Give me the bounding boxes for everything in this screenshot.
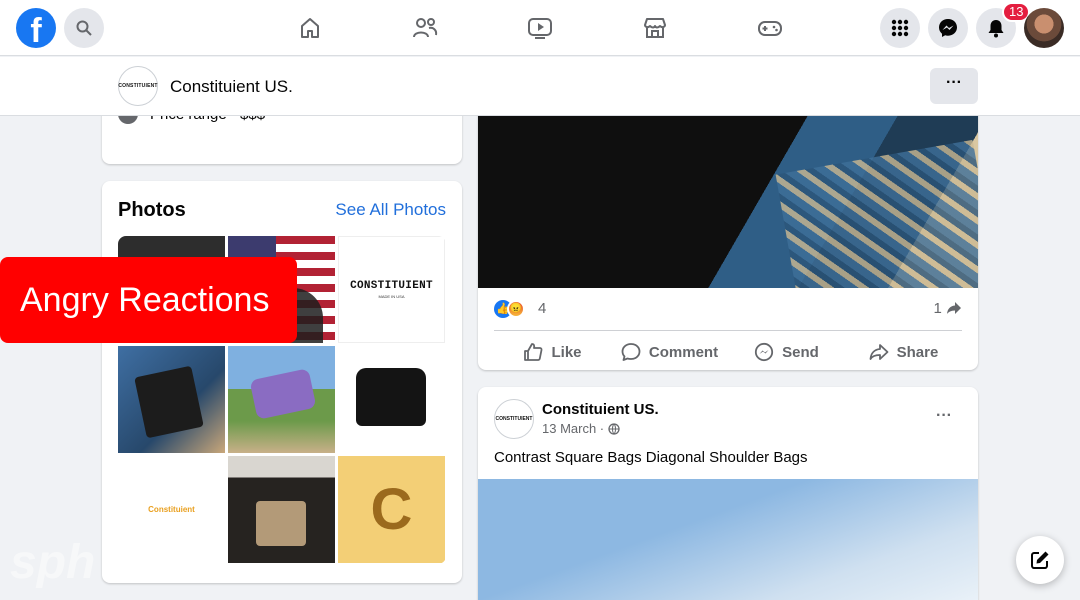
- post-text: Contrast Square Bags Diagonal Shoulder B…: [494, 449, 808, 466]
- store-icon: [644, 18, 666, 38]
- comment-button[interactable]: Comment: [611, 336, 728, 368]
- home-icon: [301, 18, 319, 38]
- post-actions-bar: Like Comment Send Share: [494, 336, 962, 368]
- post-date-text: 13 March ·: [542, 421, 605, 436]
- photo-thumbnail[interactable]: [228, 456, 335, 563]
- post-divider: [494, 330, 962, 331]
- photos-card: Photos See All Photos CONSTITUIENT MADE …: [102, 181, 462, 583]
- page-profile-picture[interactable]: CONSTITUIENT: [118, 66, 158, 106]
- comment-icon: [621, 343, 641, 361]
- share-label: Share: [896, 343, 939, 361]
- gaming-tab[interactable]: [756, 14, 784, 42]
- photo-thumbnail[interactable]: [228, 346, 335, 453]
- share-count-value: 1: [933, 300, 942, 317]
- watch-tab[interactable]: [526, 14, 554, 42]
- watermark-text: sph: [10, 536, 96, 589]
- photo-thumbnail[interactable]: C: [338, 456, 445, 563]
- share-icon: [869, 344, 889, 360]
- page-more-options-button[interactable]: ···: [930, 68, 978, 104]
- post-image[interactable]: [478, 116, 978, 288]
- video-icon: [528, 18, 552, 39]
- comment-label: Comment: [648, 343, 719, 361]
- share-count[interactable]: 1: [933, 300, 962, 317]
- like-label: Like: [551, 343, 582, 361]
- photo-thumbnail[interactable]: [338, 346, 445, 453]
- grid-menu-icon: [891, 19, 909, 37]
- angry-reaction-icon[interactable]: 😠: [507, 300, 525, 318]
- photo-logo-text: CONSTITUIENT: [350, 280, 433, 292]
- send-messenger-icon: [755, 342, 774, 362]
- send-label: Send: [782, 343, 819, 361]
- post-timestamp[interactable]: 13 March ·: [542, 421, 620, 436]
- marketplace-tab[interactable]: [641, 14, 669, 42]
- new-message-button[interactable]: [1016, 536, 1064, 584]
- post-author-avatar[interactable]: CONSTITUIENT: [494, 399, 534, 439]
- reaction-count[interactable]: 4: [538, 300, 546, 317]
- photo-thumbnail[interactable]: CONSTITUIENT MADE IN USA: [338, 236, 445, 343]
- bell-icon: [988, 20, 1004, 38]
- globe-icon: [608, 422, 620, 435]
- see-all-photos-link[interactable]: See All Photos: [335, 200, 446, 220]
- photo-thumbnail[interactable]: Constituient: [118, 456, 225, 563]
- thumbs-up-icon: [524, 343, 543, 361]
- search-button[interactable]: [64, 8, 104, 48]
- facebook-logo-icon[interactable]: f: [16, 8, 56, 48]
- angry-reactions-overlay-label: Angry Reactions: [0, 257, 297, 343]
- home-tab[interactable]: [296, 14, 324, 42]
- post-author-name[interactable]: Constituient US.: [542, 401, 659, 418]
- share-button[interactable]: Share: [845, 336, 962, 368]
- page-header-bar: CONSTITUIENT Constituient US. ···: [0, 57, 1080, 116]
- menu-button[interactable]: [880, 8, 920, 48]
- top-navigation-bar: f 13: [0, 0, 1080, 56]
- messenger-button[interactable]: [928, 8, 968, 48]
- search-icon: [76, 20, 92, 36]
- photos-title: Photos: [118, 199, 186, 221]
- page-name[interactable]: Constituient US.: [170, 77, 293, 97]
- friends-tab[interactable]: [411, 14, 439, 42]
- gamepad-icon: [758, 21, 782, 36]
- friends-icon: [413, 18, 438, 38]
- messenger-icon: [939, 19, 957, 37]
- post-more-options-button[interactable]: ···: [930, 404, 958, 432]
- like-button[interactable]: Like: [494, 336, 611, 368]
- photo-thumbnail[interactable]: [118, 346, 225, 453]
- post-image[interactable]: [478, 479, 978, 600]
- send-button[interactable]: Send: [728, 336, 845, 368]
- compose-icon: [1031, 551, 1049, 569]
- reactions-row: 👍 😠 4 1: [494, 298, 962, 320]
- photo-logo-subtext: MADE IN USA: [378, 294, 405, 299]
- share-arrow-icon: [947, 302, 961, 314]
- profile-avatar[interactable]: [1024, 8, 1064, 48]
